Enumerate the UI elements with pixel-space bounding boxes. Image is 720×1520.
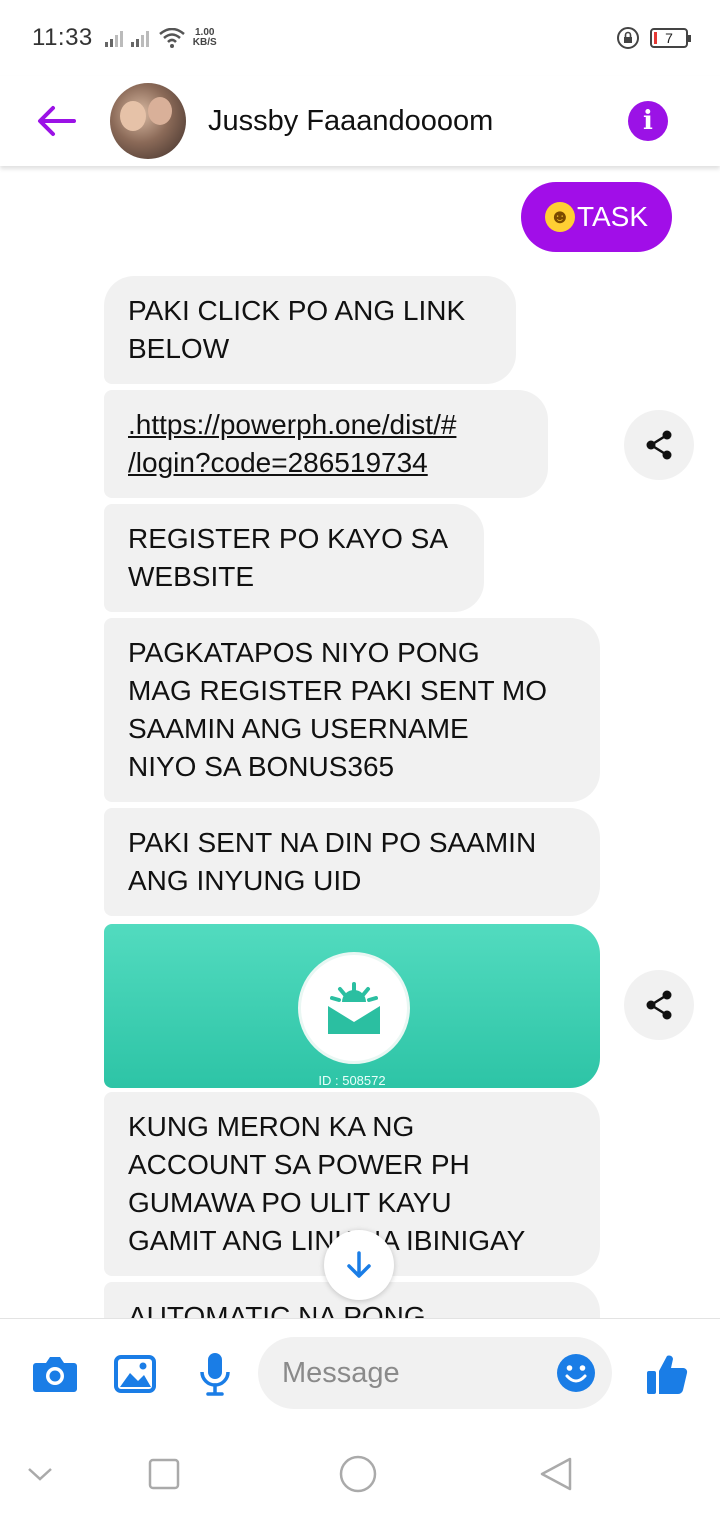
- message-line: PAKI SENT NA DIN PO SAAMIN: [128, 827, 537, 858]
- nav-back-button[interactable]: [536, 1454, 576, 1494]
- back-triangle-icon: [540, 1457, 572, 1491]
- signal-1-icon: [104, 29, 123, 47]
- scroll-to-bottom-button[interactable]: [324, 1230, 394, 1300]
- conversation-header: Jussby Faaandoooom i: [0, 76, 720, 166]
- message-line: SAAMIN ANG USERNAME: [128, 713, 469, 744]
- incoming-message-link[interactable]: .https://powerph.one/dist/# /login?code=…: [104, 390, 548, 498]
- home-icon: [339, 1455, 377, 1493]
- message-line: AUTOMATIC NA PONG: [128, 1301, 426, 1318]
- outgoing-message[interactable]: ☻ TASK: [520, 182, 672, 252]
- image-icon: [114, 1355, 156, 1393]
- outgoing-message-text: TASK: [576, 201, 648, 232]
- incoming-message[interactable]: REGISTER PO KAYO SA WEBSITE: [104, 504, 484, 612]
- microphone-icon: [200, 1353, 230, 1396]
- message-input-container: [258, 1337, 612, 1409]
- battery-level: 7: [665, 30, 673, 46]
- message-link-line[interactable]: .https://powerph.one/dist/#: [128, 406, 524, 444]
- message-line: GUMAWA PO ULIT KAYU: [128, 1187, 452, 1218]
- message-line: KUNG MERON KA NG: [128, 1111, 415, 1142]
- status-bar: 11:33 1.00 KB/S 7: [0, 0, 720, 76]
- signal-2-icon: [130, 29, 149, 47]
- grinning-face-icon: ☻: [544, 202, 575, 232]
- network-speed: 1.00 KB/S: [193, 28, 217, 48]
- system-navigation-bar: [0, 1428, 720, 1520]
- contact-name[interactable]: Jussby Faaandoooom: [208, 105, 493, 138]
- incoming-message[interactable]: PAKI SENT NA DIN PO SAAMIN ANG INYUNG UI…: [104, 808, 600, 916]
- net-speed-unit: KB/S: [192, 37, 217, 48]
- message-line: REGISTER PO KAYO SA: [128, 523, 449, 554]
- voice-button[interactable]: [192, 1351, 238, 1397]
- camera-icon: [33, 1357, 77, 1392]
- info-button[interactable]: i: [628, 101, 668, 141]
- nav-recents-button[interactable]: [144, 1454, 184, 1494]
- share-icon: [646, 990, 672, 1020]
- emoji-icon: [557, 1354, 595, 1392]
- nav-hide-button[interactable]: [20, 1454, 60, 1494]
- back-button[interactable]: [26, 91, 86, 151]
- message-line: NIYO SA BONUS365: [128, 751, 395, 782]
- envelope-sun-icon: [298, 952, 410, 1064]
- thumbs-up-icon: [647, 1355, 688, 1395]
- share-icon: [646, 430, 672, 460]
- back-chevron-icon: [28, 1468, 52, 1481]
- incoming-message[interactable]: PAGKATAPOS NIYO PONG MAG REGISTER PAKI S…: [104, 618, 600, 802]
- message-line: ACCOUNT SA POWER PH: [128, 1149, 470, 1180]
- contact-avatar[interactable]: [110, 83, 186, 159]
- gallery-button[interactable]: [112, 1351, 158, 1397]
- camera-button[interactable]: [32, 1351, 78, 1397]
- message-line: PAGKATAPOS NIYO PONG: [128, 637, 480, 668]
- message-line: PAKI CLICK PO ANG LINK: [128, 295, 466, 326]
- lock-rotation-icon: [617, 27, 639, 49]
- message-list[interactable]: ☻ TASK PAKI CLICK PO ANG LINK BELOW .htt…: [0, 166, 720, 1318]
- message-link-line[interactable]: /login?code=286519734: [128, 444, 524, 482]
- battery-icon: 7: [650, 28, 691, 48]
- message-line: WEBSITE: [128, 561, 255, 592]
- image-attachment[interactable]: ID : 508572: [104, 924, 600, 1088]
- arrow-down-icon: [347, 1251, 371, 1278]
- wifi-icon: [158, 28, 185, 48]
- info-icon: i: [643, 106, 653, 136]
- status-time: 11:33: [32, 24, 93, 51]
- recents-icon: [148, 1458, 180, 1490]
- message-composer: [0, 1318, 720, 1428]
- message-line: ANG INYUNG UID: [128, 865, 362, 896]
- emoji-button[interactable]: [556, 1353, 596, 1393]
- arrow-left-icon: [38, 106, 76, 136]
- message-line: BELOW: [128, 333, 230, 364]
- share-button[interactable]: [624, 410, 694, 480]
- image-id-text: ID : 508572: [318, 1073, 386, 1088]
- like-button[interactable]: [644, 1351, 690, 1397]
- incoming-message[interactable]: PAKI CLICK PO ANG LINK BELOW: [104, 276, 516, 384]
- message-input[interactable]: [282, 1356, 542, 1390]
- nav-home-button[interactable]: [338, 1454, 378, 1494]
- message-line: MAG REGISTER PAKI SENT MO: [128, 675, 548, 706]
- share-button[interactable]: [624, 970, 694, 1040]
